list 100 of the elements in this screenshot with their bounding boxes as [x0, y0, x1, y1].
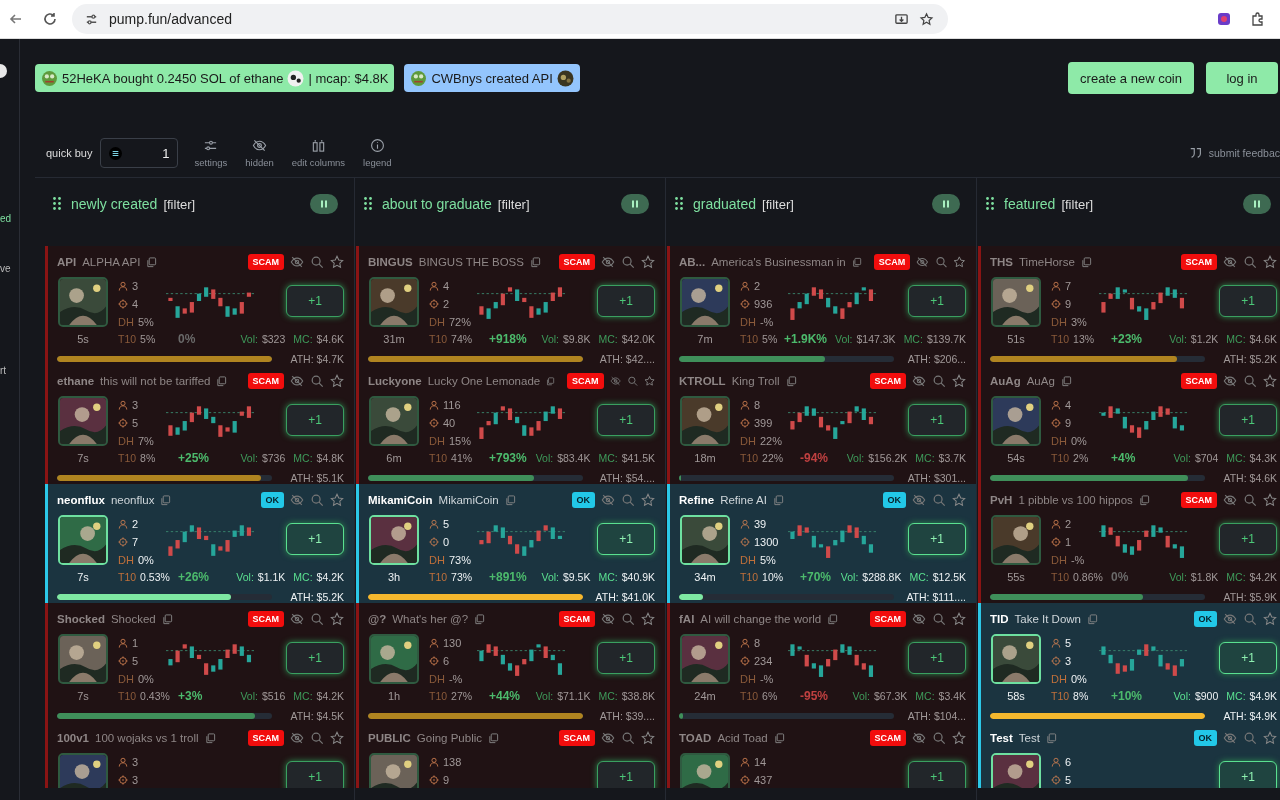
- star-icon[interactable]: [641, 493, 655, 507]
- token-card[interactable]: THS TimeHorse SCAM 51s 7 9 DH 3% +1 T10 13% +23% Vol: $1.2K MC: $4.6K ATH: $5.2K: [978, 246, 1280, 365]
- quick-buy-button[interactable]: +1: [908, 761, 966, 788]
- hide-icon[interactable]: [916, 255, 929, 269]
- quick-buy-button[interactable]: +1: [1219, 761, 1277, 788]
- star-icon[interactable]: [1263, 731, 1277, 745]
- quick-buy-button[interactable]: +1: [286, 285, 344, 317]
- sidebar-item[interactable]: rt: [0, 365, 19, 377]
- copy-icon[interactable]: [529, 256, 541, 268]
- token-card[interactable]: 100v1 100 wojaks vs 1 troll SCAM 3 3 +1: [45, 722, 354, 788]
- copy-icon[interactable]: [1045, 732, 1057, 744]
- search-icon[interactable]: [310, 493, 324, 507]
- bookmark-star-icon[interactable]: [919, 11, 934, 27]
- token-card[interactable]: TOAD Acid Toad SCAM 14 437 +1: [667, 722, 976, 788]
- search-icon[interactable]: [310, 731, 324, 745]
- hide-icon[interactable]: [912, 374, 926, 388]
- quick-buy-button[interactable]: +1: [597, 285, 655, 317]
- create-coin-button[interactable]: create a new coin: [1068, 62, 1194, 94]
- feedback-link[interactable]: submit feedbac: [1208, 147, 1280, 159]
- star-icon[interactable]: [952, 612, 966, 626]
- token-card[interactable]: Test Test OK 6 5 +1: [978, 722, 1280, 788]
- star-icon[interactable]: [952, 374, 966, 388]
- token-card[interactable]: ethane this will not be tariffed SCAM 7s 3 5 DH 7% +1 T10 8% +25% Vol: $736 MC: $4.8K ATH: $5.1K: [45, 365, 354, 484]
- filter-link[interactable]: [filter]: [1061, 196, 1094, 212]
- token-card[interactable]: @? What's her @? SCAM 1h 130 6 DH -% +1 T10 27% +44% Vol: $71.1K MC: $38.8K ATH: $39....: [356, 603, 665, 722]
- activity-notification[interactable]: CWBnys created API: [404, 64, 580, 92]
- token-card[interactable]: MikamiCoin MikamiCoin OK 3h 5 0 DH 73% +1 T10 73% +891% Vol: $9.5K MC: $40.9K ATH: $41.0K: [356, 484, 665, 603]
- star-icon[interactable]: [643, 374, 655, 388]
- hidden-tool-button[interactable]: hidden: [243, 138, 276, 168]
- copy-icon[interactable]: [216, 375, 228, 387]
- drag-handle-icon[interactable]: [53, 197, 61, 211]
- copy-icon[interactable]: [160, 494, 172, 506]
- quick-buy-button[interactable]: +1: [597, 404, 655, 436]
- copy-icon[interactable]: [204, 732, 216, 744]
- hide-icon[interactable]: [601, 612, 615, 626]
- search-icon[interactable]: [1243, 731, 1257, 745]
- avatar-icon[interactable]: [0, 63, 10, 79]
- star-icon[interactable]: [330, 374, 344, 388]
- token-card[interactable]: Refine Refine AI OK 34m 39 1300 DH 5% +1 T10 10% +70% Vol: $288.8K MC: $12.5K ATH: $111....: [667, 484, 976, 603]
- token-card[interactable]: neonflux neonflux OK 7s 2 7 DH 0% +1 T10 0.53% +26% Vol: $1.1K MC: $4.2K ATH: $5.2K: [45, 484, 354, 603]
- quick-buy-button[interactable]: +1: [286, 523, 344, 555]
- copy-icon[interactable]: [504, 494, 516, 506]
- copy-icon[interactable]: [1080, 256, 1092, 268]
- quick-buy-button[interactable]: +1: [908, 285, 966, 317]
- hide-icon[interactable]: [290, 731, 304, 745]
- hide-icon[interactable]: [601, 493, 615, 507]
- search-icon[interactable]: [310, 612, 324, 626]
- hide-icon[interactable]: [1223, 731, 1237, 745]
- copy-icon[interactable]: [773, 732, 785, 744]
- search-icon[interactable]: [1243, 612, 1257, 626]
- quick-buy-field[interactable]: 1: [100, 138, 179, 168]
- copy-icon[interactable]: [546, 375, 555, 387]
- copy-icon[interactable]: [1087, 613, 1098, 625]
- star-icon[interactable]: [330, 493, 344, 507]
- search-icon[interactable]: [1243, 374, 1257, 388]
- copy-icon[interactable]: [488, 732, 500, 744]
- quick-buy-button[interactable]: +1: [908, 404, 966, 436]
- puzzle-icon[interactable]: [1250, 11, 1266, 27]
- star-icon[interactable]: [952, 493, 966, 507]
- search-icon[interactable]: [621, 493, 635, 507]
- hide-icon[interactable]: [912, 731, 926, 745]
- quick-buy-button[interactable]: +1: [1219, 285, 1277, 317]
- star-icon[interactable]: [953, 255, 966, 269]
- quick-buy-button[interactable]: +1: [597, 761, 655, 788]
- search-icon[interactable]: [932, 612, 946, 626]
- drag-handle-icon[interactable]: [986, 197, 994, 211]
- token-card[interactable]: KTROLL King Troll SCAM 18m 8 399 DH 22% +1 T10 22% -94% Vol: $156.2K MC: $3.7K ATH: $301...: [667, 365, 976, 484]
- extension-icon[interactable]: [1216, 11, 1232, 27]
- star-icon[interactable]: [641, 255, 655, 269]
- search-icon[interactable]: [932, 374, 946, 388]
- hide-icon[interactable]: [290, 374, 304, 388]
- filter-link[interactable]: [filter]: [762, 196, 794, 212]
- token-card[interactable]: BINGUS BINGUS THE BOSS SCAM 31m 4 2 DH 72% +1 T10 74% +918% Vol: $9.8K MC: $42.0K ATH: $42....: [356, 246, 665, 365]
- hide-icon[interactable]: [1223, 374, 1237, 388]
- search-icon[interactable]: [934, 255, 948, 269]
- token-card[interactable]: TID Take It Down OK 58s 5 3 DH 0% +1 T10 8% +10% Vol: $900 MC: $4.9K ATH: $4.9K: [978, 603, 1280, 722]
- star-icon[interactable]: [1263, 374, 1277, 388]
- token-card[interactable]: fAI AI will change the world SCAM 24m 8 234 DH -% +1 T10 6% -95% Vol: $67.3K MC: $3.4K ATH: $104...: [667, 603, 976, 722]
- search-icon[interactable]: [932, 731, 946, 745]
- star-icon[interactable]: [330, 255, 344, 269]
- star-icon[interactable]: [1263, 255, 1277, 269]
- token-card[interactable]: Luckyone Lucky One Lemonade SCAM 6m 116 40 DH 15% +1 T10 41% +793% Vol: $83.4K MC: $41.5K ATH: $54....: [356, 365, 665, 484]
- copy-icon[interactable]: [851, 256, 862, 268]
- copy-icon[interactable]: [161, 613, 173, 625]
- hide-icon[interactable]: [290, 493, 304, 507]
- sidebar-item[interactable]: ed: [0, 213, 19, 225]
- star-icon[interactable]: [1263, 612, 1277, 626]
- search-icon[interactable]: [310, 255, 324, 269]
- quick-buy-button[interactable]: +1: [286, 761, 344, 788]
- copy-icon[interactable]: [146, 256, 158, 268]
- search-icon[interactable]: [621, 731, 635, 745]
- copy-icon[interactable]: [827, 613, 839, 625]
- hide-icon[interactable]: [912, 493, 926, 507]
- token-card[interactable]: AuAg AuAg SCAM 54s 4 9 DH 0% +1 T10 2% +4% Vol: $704 MC: $4.3K ATH: $4.6K: [978, 365, 1280, 484]
- pause-button[interactable]: [932, 194, 960, 214]
- hide-icon[interactable]: [601, 255, 615, 269]
- filter-link[interactable]: [filter]: [497, 196, 530, 212]
- token-card[interactable]: API ALPHA API SCAM 5s 3 4 DH 5% +1 T10 5% 0% Vol: $323 MC: $4.6K ATH: $4.7K: [45, 246, 354, 365]
- drag-handle-icon[interactable]: [675, 197, 683, 211]
- hide-icon[interactable]: [290, 255, 304, 269]
